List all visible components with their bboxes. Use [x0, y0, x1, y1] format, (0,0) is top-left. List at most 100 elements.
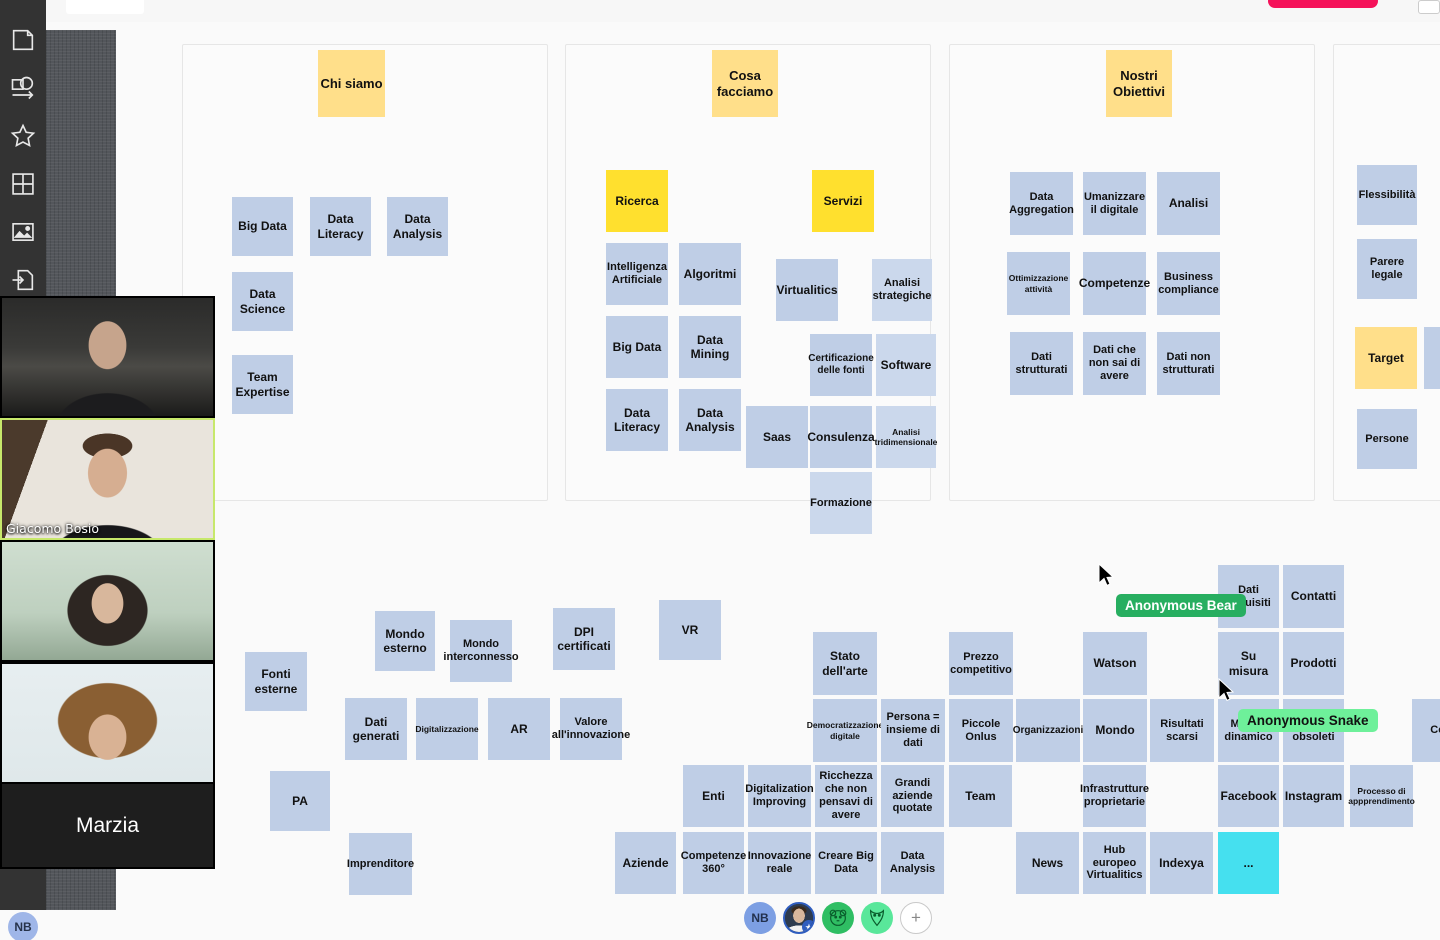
sticky-card[interactable]: Grandi aziende quotate [881, 765, 944, 827]
sticky-card[interactable]: Virtualitics [776, 259, 838, 321]
sticky-card[interactable]: Flessibilità [1357, 165, 1417, 225]
sticky-card[interactable]: Ottimizzazione attività [1007, 252, 1070, 315]
sticky-card[interactable]: Hub europeo Virtualitics [1083, 832, 1146, 894]
sticky-card[interactable]: Parere legale [1357, 239, 1417, 299]
sticky-card[interactable]: Mondo interconnesso [443, 620, 519, 682]
sticky-card[interactable]: Instagram [1283, 765, 1344, 827]
sticky-card[interactable]: Dati strutturati [1010, 332, 1073, 395]
sticky-card[interactable]: ... [1218, 832, 1279, 894]
sticky-card[interactable]: AR [488, 698, 550, 760]
grid-template-icon[interactable] [9, 170, 37, 198]
sticky-card[interactable]: Facebook [1218, 765, 1279, 827]
sticky-card[interactable]: DPI certificati [553, 608, 615, 670]
sticky-card[interactable]: PA [270, 771, 330, 831]
sticky-card[interactable]: Big Data [606, 316, 668, 378]
sticky-card[interactable]: Prezzo competitivo [949, 632, 1013, 695]
sticky-card[interactable]: Watson [1083, 632, 1147, 695]
participant-tile[interactable]: Giacomo Bosio [0, 418, 215, 540]
sticky-card[interactable]: Business compliance [1157, 252, 1220, 315]
star-icon[interactable] [9, 122, 37, 150]
participant-tile[interactable] [0, 662, 215, 784]
sticky-card[interactable]: Stato dell'arte [813, 632, 877, 695]
avatar-photo[interactable]: ★ [783, 902, 815, 934]
participant-tile[interactable] [0, 296, 215, 418]
sticky-card[interactable]: Algoritmi [679, 243, 741, 305]
sticky-card[interactable]: Team [949, 765, 1012, 827]
sticky-card[interactable]: Mondo esterno [375, 611, 435, 671]
sticky-card[interactable]: VR [659, 600, 721, 660]
sticky-card[interactable]: Data Mining [679, 316, 741, 378]
sticky-card[interactable]: Analisi [1157, 172, 1220, 235]
sticky-card[interactable]: Ricerca [606, 170, 668, 232]
sticky-card[interactable]: Formazione [810, 472, 872, 534]
sticky-card[interactable]: Organizzazioni [1013, 699, 1083, 762]
sticky-card[interactable]: News [1016, 832, 1079, 894]
sticky-card[interactable]: Cosa facciamo [712, 50, 778, 117]
sticky-card[interactable]: Intelligenza Artificiale [606, 243, 668, 305]
window-control-stub[interactable] [1418, 0, 1440, 14]
sticky-card[interactable]: Big Data [232, 197, 293, 256]
sticky-card[interactable]: Nostri Obiettivi [1106, 50, 1172, 117]
sticky-card[interactable]: Servizi [812, 170, 874, 232]
sticky-card[interactable]: Data Literacy [606, 389, 668, 451]
avatar-snake[interactable] [861, 902, 893, 934]
sticky-card[interactable]: Persona = insieme di dati [881, 699, 945, 762]
sticky-card[interactable]: Com [1412, 699, 1440, 762]
sticky-card[interactable]: Software [876, 334, 936, 396]
sticky-card[interactable]: Imprenditore [347, 833, 414, 895]
sticky-card[interactable]: Data Analysis [679, 389, 741, 451]
sticky-card[interactable]: Data Analysis [881, 832, 944, 894]
sticky-card[interactable]: c p [1424, 327, 1440, 389]
sticky-card[interactable]: Competenze 360° [681, 832, 746, 894]
sticky-card[interactable]: Dati che non sai di avere [1083, 332, 1146, 395]
sticky-card[interactable]: Risultati scarsi [1150, 699, 1214, 762]
sticky-card[interactable]: Data Aggregation [1009, 172, 1074, 235]
sticky-card[interactable]: Dati non strutturati [1157, 332, 1220, 395]
sticky-card[interactable]: Contatti [1283, 565, 1344, 628]
sticky-card[interactable]: Dati generati [345, 698, 407, 760]
sticky-card[interactable]: Democratizzazione digitale [807, 699, 883, 762]
upload-file-icon[interactable] [9, 266, 37, 294]
sticky-card[interactable]: Prodotti [1283, 632, 1344, 695]
sticky-note-icon[interactable] [9, 26, 37, 54]
shapes-connector-icon[interactable] [9, 74, 37, 102]
sticky-card[interactable]: Saas [746, 406, 808, 468]
sticky-card[interactable]: Persone [1357, 409, 1417, 469]
sticky-card[interactable]: Processo di appprendimento [1348, 765, 1415, 827]
sticky-card[interactable]: Data Analysis [387, 197, 448, 256]
sticky-card[interactable]: Target [1355, 327, 1417, 389]
image-icon[interactable] [9, 218, 37, 246]
whiteboard-canvas[interactable]: Chi siamo Big Data Data Literacy Data Analy… [0, 0, 1440, 940]
primary-action-button[interactable] [1268, 0, 1378, 8]
sticky-card[interactable]: Fonti esterne [245, 652, 307, 711]
sticky-card[interactable]: Enti [683, 765, 744, 827]
sticky-card[interactable]: Consulenza [807, 406, 875, 468]
sticky-card[interactable]: Chi siamo [318, 50, 385, 117]
sticky-card[interactable]: Analisi strategiche [872, 259, 932, 321]
participant-tile[interactable] [0, 540, 215, 662]
sticky-card[interactable]: Digitalization Improving [745, 765, 814, 827]
sticky-card[interactable]: Indexya [1150, 832, 1213, 894]
browser-tab-stub[interactable] [66, 0, 144, 14]
avatar-bear[interactable] [822, 902, 854, 934]
sticky-card[interactable]: Certificazione delle fonti [808, 334, 874, 396]
avatar-nb[interactable]: NB [744, 902, 776, 934]
sticky-card[interactable]: Umanizzare il digitale [1083, 172, 1146, 235]
sticky-card[interactable]: Data Literacy [310, 197, 371, 256]
muted-participant-tile[interactable]: Marzia [0, 784, 215, 869]
sticky-card[interactable]: Piccole Onlus [949, 699, 1013, 762]
sticky-card[interactable]: Team Expertise [232, 355, 293, 414]
sticky-card[interactable]: Digitalizzazione [415, 698, 479, 760]
sticky-card[interactable]: Analisi tridimensionale [875, 406, 937, 468]
sticky-card[interactable]: Creare Big Data [815, 832, 877, 894]
self-avatar[interactable]: NB [8, 912, 38, 940]
sticky-card[interactable]: Data Science [232, 272, 293, 331]
sticky-card[interactable]: Aziende [615, 832, 676, 894]
sticky-card[interactable]: Ricchezza che non pensavi di avere [815, 765, 877, 827]
sticky-card[interactable]: Valore all'innovazione [552, 698, 630, 760]
add-collaborator-button[interactable]: + [900, 902, 932, 934]
sticky-card[interactable]: Infrastrutture proprietarie [1080, 765, 1149, 827]
sticky-card[interactable]: Mondo [1083, 699, 1147, 762]
sticky-card[interactable]: Innovazione reale [748, 832, 811, 894]
sticky-card[interactable]: Competenze [1079, 252, 1150, 315]
